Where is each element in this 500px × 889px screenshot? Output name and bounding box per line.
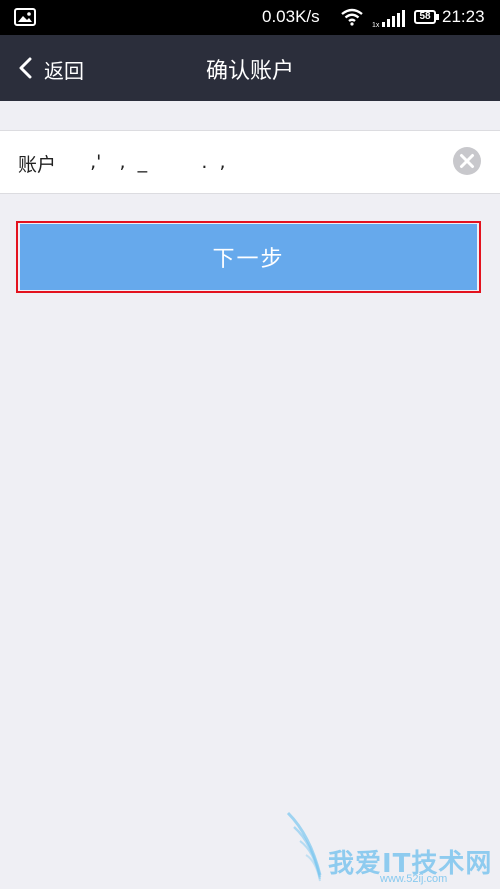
network-speed: 0.03K/s — [262, 7, 320, 26]
battery-level: 58 — [419, 11, 431, 22]
watermark: 我爱IT技术网 www.52ij.com — [280, 805, 495, 889]
account-label: 账户 — [18, 154, 57, 176]
page-title: 确认账户 — [205, 59, 294, 84]
account-input[interactable] — [78, 145, 418, 179]
watermark-url: www.52ij.com — [380, 873, 448, 885]
status-bar: 0.03K/s 1x 58 21:23 — [0, 0, 500, 35]
account-row: 账户 — [0, 130, 500, 194]
clock: 21:23 — [442, 7, 485, 26]
navigation-bar: 返回 确认账户 — [0, 35, 500, 101]
svg-text:1x: 1x — [372, 22, 380, 28]
battery-nub — [436, 14, 439, 20]
wifi-icon — [341, 8, 363, 26]
clear-icon[interactable] — [452, 146, 482, 176]
battery-icon: 58 — [414, 10, 436, 24]
next-step-button[interactable]: 下一步 — [20, 224, 477, 290]
gallery-icon — [14, 8, 36, 26]
signal-icon: 1x — [372, 10, 405, 28]
